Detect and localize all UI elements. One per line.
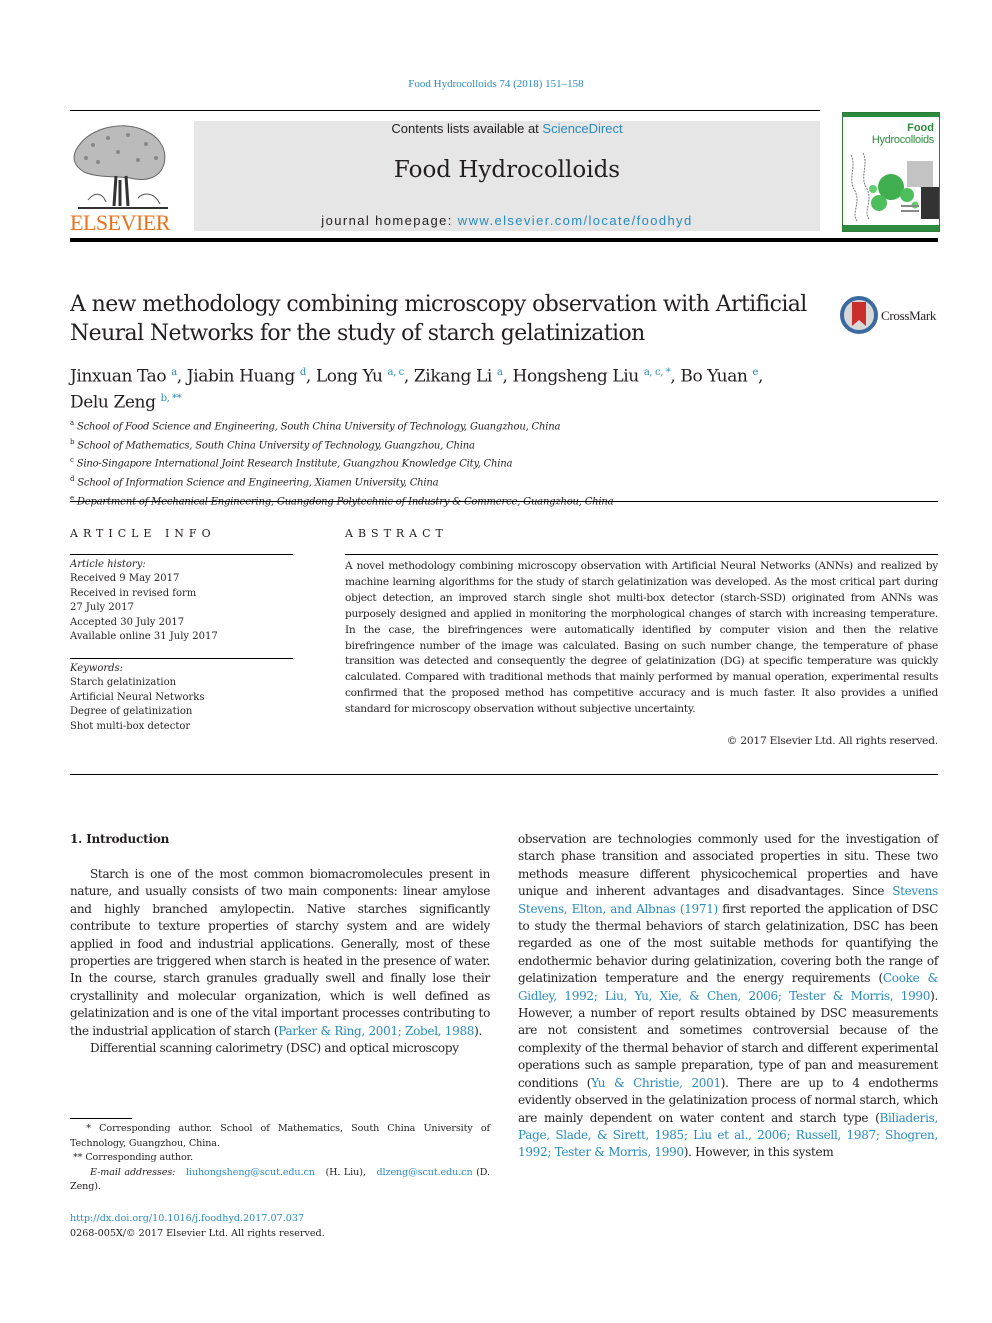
paragraph: Starch is one of the most common biomacr… <box>70 867 490 1038</box>
contents-prefix: Contents lists available at <box>391 121 543 136</box>
cover-title-line1: Food <box>907 122 934 134</box>
citation-link[interactable]: Parker & Ring, 2001; Zobel, 1988 <box>278 1024 474 1038</box>
doi-block: http://dx.doi.org/10.1016/j.foodhyd.2017… <box>70 1211 490 1241</box>
author-affiliation-marker[interactable]: d <box>300 367 306 378</box>
footnote-text: Corresponding author. <box>85 1152 194 1163</box>
elsevier-wordmark: ELSEVIER <box>70 210 170 235</box>
author-name: Zikang Li <box>413 366 492 387</box>
affiliation-key: d <box>70 475 75 484</box>
title-block-rule <box>70 501 938 502</box>
keywords-label: Keywords: <box>70 663 124 674</box>
crossmark-badge[interactable]: CrossMark <box>840 296 940 336</box>
sciencedirect-link[interactable]: ScienceDirect <box>542 121 622 136</box>
author-list: Jinxuan Tao a, Jiabin Huang d, Long Yu a… <box>70 366 764 413</box>
affiliation-list: a School of Food Science and Engineering… <box>70 416 770 510</box>
footnote-mark: ** <box>72 1152 83 1163</box>
crossmark-label: CrossMark <box>881 308 937 323</box>
author-affiliation-marker[interactable]: a, c, * <box>644 367 671 378</box>
journal-cover-thumbnail[interactable]: Food Hydrocolloids <box>842 112 940 232</box>
keyword: Degree of gelatinization <box>70 706 193 718</box>
header-thick-rule <box>70 238 938 242</box>
keywords-rule <box>70 658 293 659</box>
affiliation-key: a <box>70 419 74 427</box>
article-history: Article history: Received 9 May 2017 Recei… <box>70 558 295 644</box>
journal-homepage-line: journal homepage: www.elsevier.com/locat… <box>194 213 820 228</box>
affiliation-text: Sino-Singapore International Joint Resea… <box>76 458 513 470</box>
history-entry: 27 July 2017 <box>70 602 134 614</box>
paragraph: observation are technologies commonly us… <box>518 832 939 1160</box>
affiliation: b School of Mathematics, South China Uni… <box>70 435 770 454</box>
footnote-rule <box>70 1118 132 1119</box>
affiliation-text: School of Mathematics, South China Unive… <box>77 440 475 452</box>
article-info-rule <box>70 554 293 555</box>
author-affiliation-marker[interactable]: a <box>497 367 503 378</box>
email-label: E-mail addresses: <box>90 1166 176 1178</box>
affiliation: a School of Food Science and Engineering… <box>70 416 770 435</box>
abstract-bottom-rule <box>70 774 938 775</box>
citation-link[interactable]: Biliaderis, Page, Slade, & Sirett, 1985;… <box>518 1111 938 1160</box>
author-affiliation-marker[interactable]: a, c <box>388 367 405 378</box>
affiliation-key: c <box>70 456 74 465</box>
keyword: Artificial Neural Networks <box>70 691 205 703</box>
keyword: Starch gelatinization <box>70 677 177 689</box>
author-name: Bo Yuan <box>680 366 748 387</box>
footnote-emails: E-mail addresses: liuhongsheng@scut.edu.… <box>70 1166 490 1195</box>
header-rule <box>70 110 820 111</box>
abstract-heading: ABSTRACT <box>345 527 448 540</box>
history-entry: Available online 31 July 2017 <box>70 631 218 643</box>
citation-link[interactable]: Cooke & Gidley, 1992; Liu, Yu, Xie, & Ch… <box>518 971 938 1002</box>
keywords-list: Keywords: Starch gelatinization Artificial… <box>70 662 295 734</box>
footnote-corresponding-1: * Corresponding author. School of Mathem… <box>70 1122 490 1151</box>
history-entry: Received 9 May 2017 <box>70 573 180 585</box>
history-entry: Received in revised form <box>70 587 197 599</box>
affiliation-key: b <box>70 437 75 446</box>
author-name: Hongsheng Liu <box>512 366 640 387</box>
keyword: Shot multi-box detector <box>70 720 191 732</box>
email-link-zeng[interactable]: dlzeng@scut.edu.cn <box>377 1167 473 1178</box>
abstract-text: A novel methodology combining microscopy… <box>345 560 938 716</box>
citation-link[interactable]: Yu & Christie, 2001 <box>591 1076 721 1090</box>
email-link-liu[interactable]: liuhongsheng@scut.edu.cn <box>186 1167 315 1178</box>
journal-name: Food Hydrocolloids <box>393 157 621 183</box>
cover-bottom-bar <box>843 225 939 231</box>
crossmark-icon <box>840 296 878 334</box>
affiliation: c Sino-Singapore International Joint Res… <box>70 453 770 472</box>
contents-availability-line: Contents lists available at ScienceDirec… <box>194 121 820 136</box>
author-affiliation-marker[interactable]: b, ** <box>161 393 182 404</box>
affiliation-text: School of Food Science and Engineering, … <box>76 421 561 433</box>
affiliation: d School of Information Science and Engi… <box>70 472 770 491</box>
abstract-rule <box>345 554 938 555</box>
journal-homepage-link[interactable]: www.elsevier.com/locate/foodhyd <box>458 213 693 228</box>
body-column-left: Starch is one of the most common biomacr… <box>70 866 490 1057</box>
article-title: A new methodology combining microscopy o… <box>70 292 807 346</box>
author-name: Jiabin Huang <box>186 366 295 387</box>
body-column-right: observation are technologies commonly us… <box>518 831 938 1162</box>
homepage-prefix: journal homepage: <box>321 213 458 228</box>
author-name: Long Yu <box>315 366 383 387</box>
issn-copyright: 0268-005X/© 2017 Elsevier Ltd. All right… <box>70 1228 325 1239</box>
email-owner-liu: (H. Liu), <box>325 1166 366 1178</box>
cover-molecule-illustration <box>850 152 939 222</box>
section-heading-introduction: 1. Introduction <box>70 832 170 846</box>
history-label: Article history: <box>70 559 146 570</box>
cover-title-line2: Hydrocolloids <box>871 134 934 146</box>
cover-top-bar <box>843 113 939 117</box>
paragraph: Differential scanning calorimetry (DSC) … <box>90 1041 459 1056</box>
citation-link[interactable]: Stevens Stevens, Elton, and Albnas (1971… <box>518 884 938 915</box>
history-entry: Accepted 30 July 2017 <box>70 616 185 628</box>
footnote-corresponding-2: ** Corresponding author. <box>70 1151 490 1166</box>
doi-link[interactable]: http://dx.doi.org/10.1016/j.foodhyd.2017… <box>70 1211 490 1226</box>
footnote-text: Corresponding author. School of Mathemat… <box>70 1123 490 1149</box>
affiliation-text: School of Information Science and Engine… <box>77 477 439 489</box>
article-info-heading: ARTICLE INFO <box>70 527 216 540</box>
author-name: Jinxuan Tao <box>70 366 167 387</box>
footnote-mark: * <box>86 1123 91 1134</box>
author-affiliation-marker[interactable]: a <box>171 367 177 378</box>
footnotes: * Corresponding author. School of Mathem… <box>70 1122 490 1195</box>
author-affiliation-marker[interactable]: e <box>753 367 759 378</box>
abstract-copyright: © 2017 Elsevier Ltd. All rights reserved… <box>726 735 938 747</box>
journal-citation-link[interactable]: Food Hydrocolloids 74 (2018) 151–158 <box>0 78 992 90</box>
author-name: Delu Zeng <box>70 392 156 413</box>
